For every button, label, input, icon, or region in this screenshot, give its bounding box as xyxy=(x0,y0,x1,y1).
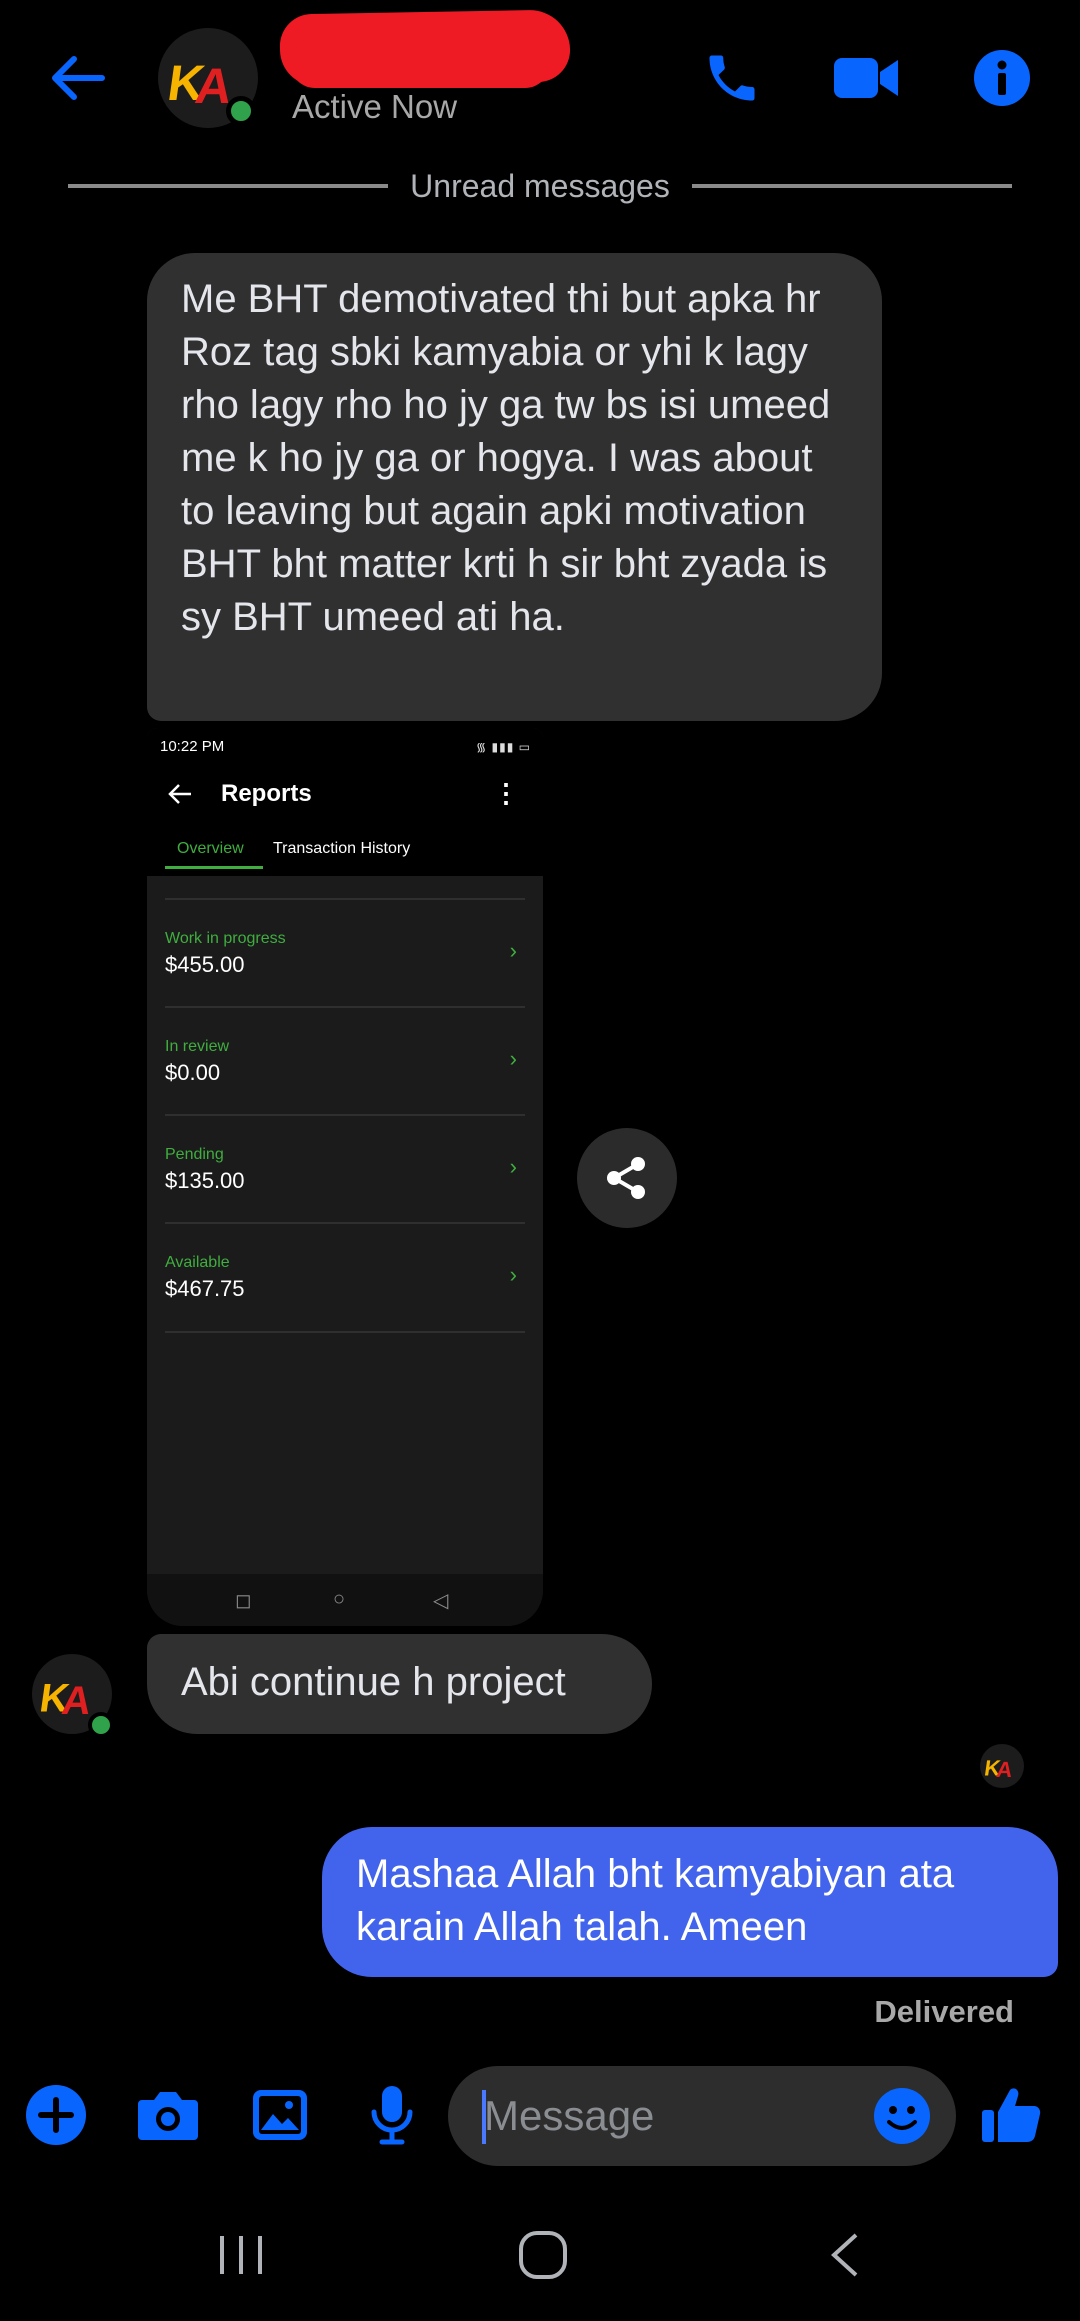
recent-apps-icon xyxy=(220,2236,262,2274)
report-value: $135.00 xyxy=(165,1168,245,1193)
tab-transaction-history: Transaction History xyxy=(273,840,411,857)
thumbs-up-icon xyxy=(982,2088,1041,2142)
home-icon xyxy=(519,2231,567,2279)
conversation-info-button[interactable] xyxy=(964,40,1040,116)
attachment-tabs: Overview Transaction History xyxy=(147,826,543,876)
recent-apps-button[interactable] xyxy=(196,2220,286,2290)
camera-icon xyxy=(138,2092,198,2140)
back-arrow-icon xyxy=(168,784,191,804)
unread-divider: Unread messages xyxy=(68,166,1012,206)
delivery-status: Delivered xyxy=(874,1994,1014,2029)
camera-button[interactable] xyxy=(133,2080,203,2150)
system-navigation-bar xyxy=(0,2190,1080,2321)
report-row: In review $0.00 › xyxy=(165,1006,525,1114)
home-icon: ○ xyxy=(333,1588,346,1610)
info-icon xyxy=(974,50,1030,106)
recent-apps-icon: ◻ xyxy=(235,1590,252,1612)
share-icon xyxy=(607,1157,645,1199)
svg-text:A: A xyxy=(995,1757,1014,1782)
report-value: $467.75 xyxy=(165,1276,245,1301)
online-indicator xyxy=(88,1712,114,1738)
more-actions-button[interactable] xyxy=(21,2080,91,2150)
video-camera-icon xyxy=(834,58,898,98)
online-indicator xyxy=(226,96,256,126)
svg-text:A: A xyxy=(59,1678,94,1723)
attachment-time: 10:22 PM xyxy=(160,738,225,755)
plus-icon xyxy=(26,2085,86,2145)
back-icon: ◁ xyxy=(433,1590,449,1612)
chevron-right-icon: › xyxy=(509,1046,517,1071)
attachment-title: Reports xyxy=(221,780,312,807)
voice-message-button[interactable] xyxy=(357,2080,427,2150)
gallery-button[interactable] xyxy=(245,2080,315,2150)
home-button[interactable] xyxy=(498,2220,588,2290)
video-call-button[interactable] xyxy=(828,40,904,116)
report-label: Available xyxy=(165,1254,230,1271)
gallery-icon xyxy=(253,2090,307,2140)
incoming-message[interactable]: Me BHT demotivated thi but apka hr Roz t… xyxy=(147,253,882,721)
report-value: $0.00 xyxy=(165,1060,221,1085)
image-attachment[interactable]: 10:22 PM ᯾ ▮▮▮ ▭ Reports ⋮ Overview Tran… xyxy=(147,728,543,1626)
report-label: In review xyxy=(165,1038,230,1055)
microphone-icon xyxy=(371,2086,413,2145)
outgoing-message[interactable]: Mashaa Allah bht kamyabiyan ata karain A… xyxy=(322,1827,1058,1977)
like-button[interactable] xyxy=(976,2080,1046,2150)
chevron-right-icon: › xyxy=(509,938,517,963)
message-input[interactable] xyxy=(484,2086,864,2146)
voice-call-button[interactable] xyxy=(694,40,770,116)
contact-name-redacted xyxy=(279,8,571,88)
unread-label: Unread messages xyxy=(410,167,670,204)
back-icon xyxy=(831,2233,858,2277)
share-button[interactable] xyxy=(577,1128,677,1228)
report-label: Pending xyxy=(165,1146,224,1163)
attachment-nav-bar: ◻ ○ ◁ xyxy=(147,1574,543,1626)
chevron-right-icon: › xyxy=(509,1154,517,1179)
tab-overview: Overview xyxy=(177,840,244,857)
signal-battery-icon: ᯾ ▮▮▮ ▭ xyxy=(475,740,531,754)
report-label: Work in progress xyxy=(165,930,286,947)
ka-logo-icon: K A xyxy=(983,1756,1015,1782)
incoming-message[interactable]: Abi continue h project xyxy=(147,1634,652,1734)
system-back-button[interactable] xyxy=(800,2220,890,2290)
emoji-icon[interactable] xyxy=(870,2084,934,2148)
message-composer xyxy=(0,2060,1080,2170)
chevron-right-icon: › xyxy=(509,1262,517,1287)
report-row: Available $467.75 › xyxy=(165,1222,525,1330)
attachment-app-bar: Reports ⋮ xyxy=(147,764,543,826)
back-button[interactable] xyxy=(40,40,116,116)
back-arrow-icon xyxy=(52,56,105,100)
report-row: Work in progress $455.00 › xyxy=(165,898,525,1006)
report-row: Pending $135.00 › xyxy=(165,1114,525,1222)
seen-avatar: K A xyxy=(980,1744,1024,1788)
more-icon: ⋮ xyxy=(493,778,519,808)
active-status: Active Now xyxy=(292,88,458,125)
phone-icon xyxy=(709,55,755,101)
message-field[interactable] xyxy=(448,2066,956,2166)
chat-header: K A Active Now xyxy=(0,0,1080,160)
attachment-status-bar: 10:22 PM ᯾ ▮▮▮ ▭ xyxy=(147,728,543,764)
report-value: $455.00 xyxy=(165,952,245,977)
